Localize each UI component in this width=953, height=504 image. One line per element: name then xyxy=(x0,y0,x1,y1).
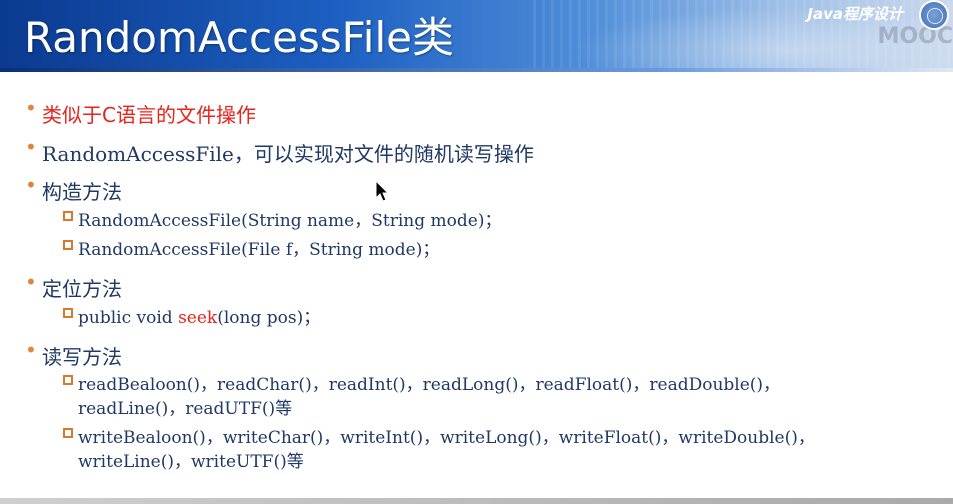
seek-suffix: (long pos)； xyxy=(217,308,321,328)
bullet-seek-methods: 定位方法 xyxy=(42,277,122,301)
bullet-random-access: RandomAccessFile，可以实现对文件的随机读写操作 xyxy=(42,142,534,166)
seek-method-name: seek xyxy=(178,308,218,328)
sub-bullet-box-icon xyxy=(63,428,73,438)
mouse-pointer-icon xyxy=(375,180,390,202)
footer-bar xyxy=(0,498,953,504)
sub-bullet-box-icon xyxy=(63,375,73,385)
slide-header: MOOC RandomAccessFile类 Java程序设计 xyxy=(0,0,953,72)
read-methods-line1: readBealoon()，readChar()，readInt()，readL… xyxy=(78,375,781,395)
seek-prefix: public void xyxy=(78,308,179,328)
write-methods-line2: writeLine()，writeUTF()等 xyxy=(78,452,304,472)
slide: MOOC RandomAccessFile类 Java程序设计 • 类似于C语言… xyxy=(0,0,953,504)
slide-title: RandomAccessFile类 xyxy=(24,13,454,62)
university-seal-icon xyxy=(919,0,949,30)
sub-bullet-box-icon xyxy=(63,240,73,250)
bullet-dot-icon: • xyxy=(25,270,37,294)
bullet-dot-icon: • xyxy=(25,96,37,120)
sub-bullet-box-icon xyxy=(63,308,73,318)
bullet-constructors: 构造方法 xyxy=(42,180,122,204)
seek-signature: public void seek(long pos)； xyxy=(78,303,320,328)
constructor-name-mode: RandomAccessFile(String name，String mode… xyxy=(78,211,502,231)
bullet-dot-icon: • xyxy=(25,338,37,362)
bullet-c-like: 类似于C语言的文件操作 xyxy=(42,103,256,127)
bullet-dot-icon: • xyxy=(25,135,37,159)
bullet-read-write: 读写方法 xyxy=(42,345,122,369)
read-methods-line2: readLine()，readUTF()等 xyxy=(78,399,293,419)
sub-bullet-box-icon xyxy=(63,211,73,221)
constructor-file-mode: RandomAccessFile(File f，String mode)； xyxy=(78,240,440,260)
course-brand: Java程序设计 xyxy=(807,5,903,23)
bullet-dot-icon: • xyxy=(25,173,37,197)
write-methods-line1: writeBealoon()，writeChar()，writeInt()，wr… xyxy=(78,428,815,448)
